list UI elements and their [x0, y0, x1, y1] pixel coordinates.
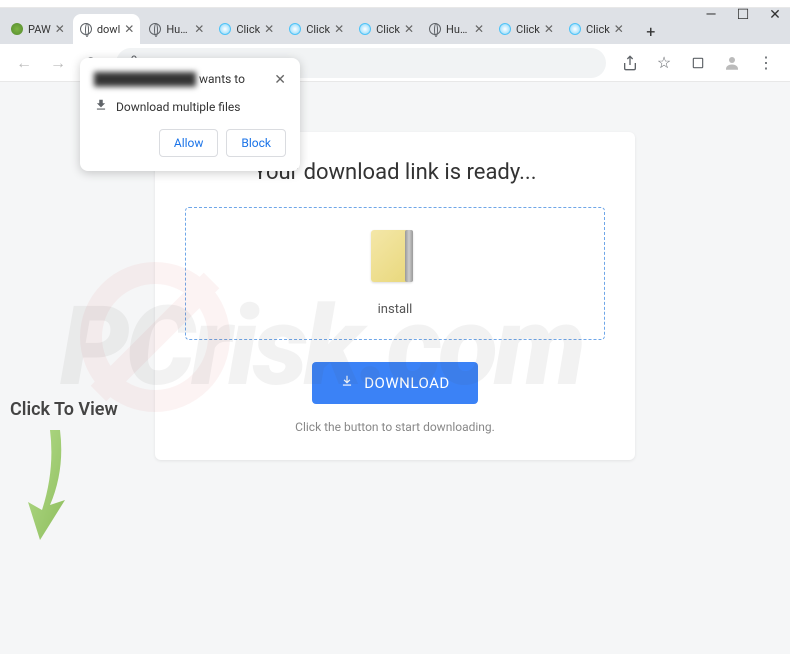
browser-tabstrip: PAW✕dowl✕Huma✕Click✕Click✕Click✕Huma✕Cli…: [0, 8, 790, 44]
zip-folder-icon: [371, 230, 419, 288]
permission-close-button[interactable]: ✕: [274, 72, 286, 88]
download-arrow-icon: [340, 374, 354, 392]
click-to-view-overlay[interactable]: Click To View: [10, 399, 118, 554]
window-minimize-button[interactable]: —: [704, 8, 718, 22]
permission-message: Download multiple files: [116, 100, 240, 114]
tab-favicon-icon: [218, 22, 232, 36]
tab-close-button[interactable]: ✕: [614, 22, 624, 36]
forward-button[interactable]: →: [44, 49, 72, 77]
menu-icon[interactable]: ⋮: [752, 49, 780, 77]
tab-title: dowl: [97, 23, 120, 36]
browser-tab[interactable]: Click ✕: [212, 14, 280, 44]
permission-prompt: ████████████ wants to ✕ Download multipl…: [80, 58, 300, 171]
browser-tab[interactable]: Click ✕: [282, 14, 350, 44]
window-maximize-button[interactable]: ☐: [736, 8, 750, 22]
tab-favicon-icon: [428, 22, 442, 36]
browser-tab[interactable]: dowl ✕: [73, 14, 140, 44]
tab-title: Click: [236, 23, 260, 36]
download-button-label: DOWNLOAD: [364, 374, 450, 392]
download-card: Your download link is ready... install D…: [155, 132, 635, 460]
browser-tab[interactable]: Click ✕: [492, 14, 560, 44]
tab-close-button[interactable]: ✕: [474, 22, 484, 36]
back-button[interactable]: ←: [10, 49, 38, 77]
browser-tab[interactable]: Click ✕: [352, 14, 420, 44]
allow-button[interactable]: Allow: [159, 129, 219, 157]
tab-favicon-icon: [288, 22, 302, 36]
new-tab-button[interactable]: +: [638, 18, 664, 44]
profile-icon[interactable]: [718, 49, 746, 77]
browser-tab[interactable]: PAW ✕: [4, 14, 71, 44]
tab-close-button[interactable]: ✕: [124, 22, 134, 36]
download-icon: [94, 98, 108, 115]
tab-favicon-icon: [79, 22, 93, 36]
permission-origin: ████████████ wants to: [94, 72, 245, 86]
tab-close-button[interactable]: ✕: [544, 22, 554, 36]
tab-close-button[interactable]: ✕: [194, 22, 204, 36]
click-to-view-label: Click To View: [10, 399, 118, 420]
tab-title: PAW: [28, 23, 51, 36]
tab-close-button[interactable]: ✕: [55, 22, 65, 36]
tab-title: Click: [516, 23, 540, 36]
extensions-icon[interactable]: [684, 49, 712, 77]
window-close-button[interactable]: ✕: [768, 8, 782, 22]
window-titlebar: [0, 0, 790, 8]
tab-favicon-icon: [148, 22, 162, 36]
bookmark-icon[interactable]: ☆: [650, 49, 678, 77]
tab-favicon-icon: [498, 22, 512, 36]
hint-text: Click the button to start downloading.: [185, 420, 605, 434]
browser-tab[interactable]: Huma ✕: [422, 14, 490, 44]
down-arrow-icon: [10, 420, 80, 550]
tab-close-button[interactable]: ✕: [404, 22, 414, 36]
block-button[interactable]: Block: [226, 129, 286, 157]
tab-title: Click: [376, 23, 400, 36]
tab-close-button[interactable]: ✕: [264, 22, 274, 36]
tab-title: Huma: [166, 23, 190, 36]
download-button[interactable]: DOWNLOAD: [312, 362, 478, 404]
tab-favicon-icon: [10, 22, 24, 36]
tab-favicon-icon: [358, 22, 372, 36]
browser-tab[interactable]: Huma ✕: [142, 14, 210, 44]
tab-title: Click: [306, 23, 330, 36]
tab-title: Click: [586, 23, 610, 36]
file-preview-box: install: [185, 207, 605, 340]
tab-close-button[interactable]: ✕: [334, 22, 344, 36]
tab-title: Huma: [446, 23, 470, 36]
tab-favicon-icon: [568, 22, 582, 36]
browser-tab[interactable]: Click ✕: [562, 14, 630, 44]
share-icon[interactable]: [616, 49, 644, 77]
file-name: install: [378, 302, 413, 317]
